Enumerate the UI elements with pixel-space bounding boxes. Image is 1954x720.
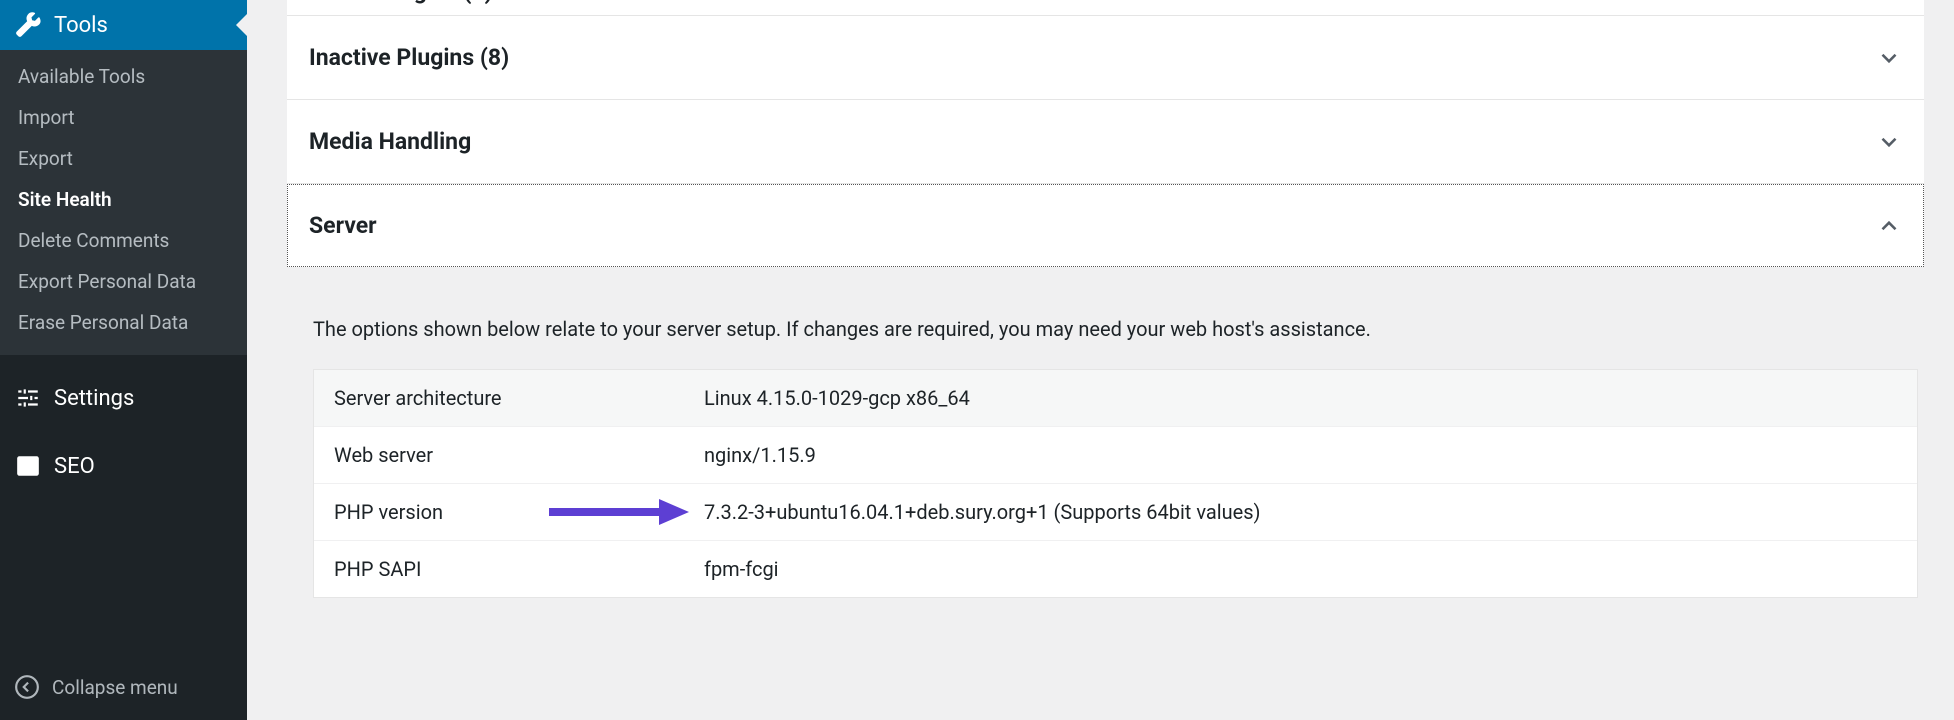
sidebar-item-tools[interactable]: Tools [0, 0, 247, 50]
annotation-arrow-icon [549, 497, 689, 527]
sidebar-label-settings: Settings [54, 386, 134, 411]
wrench-icon [14, 11, 42, 39]
panel-header-server[interactable]: Server [287, 184, 1924, 267]
chevron-down-icon [1876, 129, 1902, 155]
yoast-icon [14, 452, 42, 480]
panel-title-media-handling: Media Handling [309, 128, 471, 155]
row-value-web-server: nginx/1.15.9 [704, 443, 1897, 467]
chevron-down-icon [1876, 0, 1902, 5]
collapse-icon [14, 674, 40, 700]
sidebar-label-tools: Tools [54, 13, 108, 38]
chevron-up-icon [1876, 213, 1902, 239]
site-health-info-panels: Active Plugins (8) Inactive Plugins (8) … [287, 0, 1924, 598]
panel-header-media-handling[interactable]: Media Handling [287, 100, 1924, 184]
sidebar-label-seo: SEO [54, 454, 95, 479]
panel-body-server: The options shown below relate to your s… [287, 267, 1924, 598]
table-row: PHP SAPI fpm-fcgi [314, 540, 1917, 597]
sidebar-item-seo[interactable]: SEO [0, 441, 247, 491]
sidebar-item-erase-personal-data[interactable]: Erase Personal Data [0, 302, 247, 343]
chevron-down-icon [1876, 45, 1902, 71]
row-value-php-sapi: fpm-fcgi [704, 557, 1897, 581]
server-panel-description: The options shown below relate to your s… [313, 317, 1918, 341]
sidebar-item-available-tools[interactable]: Available Tools [0, 56, 247, 97]
row-label-server-architecture: Server architecture [334, 386, 704, 410]
server-info-table: Server architecture Linux 4.15.0-1029-gc… [313, 369, 1918, 598]
row-value-php-version: 7.3.2-3+ubuntu16.04.1+deb.sury.org+1 (Su… [704, 500, 1897, 524]
main-content: Active Plugins (8) Inactive Plugins (8) … [247, 0, 1954, 720]
row-value-server-architecture: Linux 4.15.0-1029-gcp x86_64 [704, 386, 1897, 410]
sidebar-item-settings[interactable]: Settings [0, 373, 247, 423]
sidebar-submenu-tools: Available Tools Import Export Site Healt… [0, 50, 247, 355]
collapse-label: Collapse menu [52, 676, 178, 699]
sidebar-item-import[interactable]: Import [0, 97, 247, 138]
sliders-icon [14, 384, 42, 412]
panel-title-server: Server [309, 212, 377, 239]
table-row: PHP version 7.3.2-3+ubuntu16.04.1+deb.su… [314, 483, 1917, 540]
sidebar-item-delete-comments[interactable]: Delete Comments [0, 220, 247, 261]
panel-title-inactive-plugins: Inactive Plugins (8) [309, 44, 509, 71]
admin-sidebar: Tools Available Tools Import Export Site… [0, 0, 247, 720]
table-row: Web server nginx/1.15.9 [314, 426, 1917, 483]
row-label-php-sapi: PHP SAPI [334, 557, 704, 581]
sidebar-item-export[interactable]: Export [0, 138, 247, 179]
panel-header-inactive-plugins[interactable]: Inactive Plugins (8) [287, 16, 1924, 100]
sidebar-item-site-health[interactable]: Site Health [0, 179, 247, 220]
panel-title-active-plugins: Active Plugins (8) [309, 0, 493, 5]
table-row: Server architecture Linux 4.15.0-1029-gc… [314, 370, 1917, 426]
collapse-menu-button[interactable]: Collapse menu [0, 660, 247, 720]
sidebar-item-export-personal-data[interactable]: Export Personal Data [0, 261, 247, 302]
row-label-web-server: Web server [334, 443, 704, 467]
panel-header-active-plugins[interactable]: Active Plugins (8) [287, 0, 1924, 16]
